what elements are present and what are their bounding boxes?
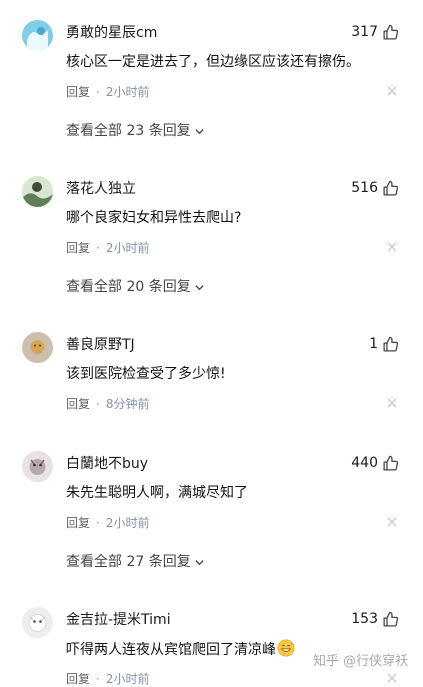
thumb-up-icon (383, 24, 399, 40)
like-count: 153 (351, 611, 378, 627)
view-all-label: 查看全部 20 条回复 (66, 279, 191, 295)
reply-button[interactable]: 回复 (66, 84, 90, 100)
separator-dot: · (96, 397, 100, 411)
reply-button[interactable]: 回复 (66, 396, 90, 412)
view-all-replies-button[interactable]: 查看全部 23 条回复 (66, 122, 205, 140)
thumb-up-icon (383, 611, 399, 627)
comment-meta: 回复 · 2小时前 (66, 240, 149, 256)
grin-sweat-emoji-icon (277, 639, 295, 657)
view-all-label: 查看全部 27 条回复 (66, 554, 191, 570)
comment-text: 朱先生聪明人啊，满城尽知了 (66, 485, 248, 501)
reply-button[interactable]: 回复 (66, 515, 90, 531)
like-button[interactable]: 516 (351, 178, 399, 198)
like-button[interactable]: 1 (369, 334, 399, 354)
avatar[interactable] (22, 607, 53, 638)
timestamp: 2小时前 (105, 672, 150, 686)
separator-dot: · (96, 516, 100, 530)
chevron-down-icon (195, 559, 204, 565)
comment-meta: 回复 · 2小时前 (66, 84, 149, 100)
comment-meta: 回复 · 8分钟前 (66, 396, 149, 412)
timestamp: 2小时前 (105, 241, 150, 255)
close-icon[interactable] (387, 242, 397, 252)
separator-dot: · (96, 85, 100, 99)
watermark: 知乎 @行侠穿袄 (313, 654, 409, 669)
thumb-up-icon (383, 455, 399, 471)
like-count: 317 (351, 24, 378, 40)
chevron-down-icon (195, 128, 204, 134)
like-count: 516 (351, 180, 378, 196)
avatar[interactable] (22, 176, 53, 207)
comment-meta: 回复 · 2小时前 (66, 671, 149, 687)
close-icon[interactable] (387, 398, 397, 408)
comment-text: 吓得两人连夜从宾馆爬回了清凉峰 (66, 639, 295, 660)
comment-text: 核心区一定是进去了，但边缘区应该还有擦伤。 (66, 54, 360, 70)
separator-dot: · (96, 672, 100, 686)
separator-dot: · (96, 241, 100, 255)
comment-text: 该到医院检查受了多少惊! (66, 366, 226, 382)
comment-meta: 回复 · 2小时前 (66, 515, 149, 531)
like-count: 1 (369, 336, 378, 352)
username[interactable]: 勇敢的星辰cm (66, 24, 157, 42)
username[interactable]: 金吉拉-提米Timi (66, 611, 171, 629)
timestamp: 2小时前 (105, 85, 150, 99)
username[interactable]: 善良原野TJ (66, 336, 135, 354)
close-icon[interactable] (387, 86, 397, 96)
like-button[interactable]: 317 (351, 22, 399, 42)
like-count: 440 (351, 455, 378, 471)
view-all-replies-button[interactable]: 查看全部 20 条回复 (66, 278, 205, 296)
timestamp: 2小时前 (105, 516, 150, 530)
thumb-up-icon (383, 336, 399, 352)
avatar[interactable] (22, 20, 53, 51)
chevron-down-icon (195, 284, 204, 290)
reply-button[interactable]: 回复 (66, 671, 90, 687)
avatar[interactable] (22, 451, 53, 482)
close-icon[interactable] (387, 517, 397, 527)
reply-button[interactable]: 回复 (66, 240, 90, 256)
view-all-replies-button[interactable]: 查看全部 27 条回复 (66, 553, 205, 571)
comment-text: 哪个良家妇女和异性去爬山? (66, 210, 242, 226)
username[interactable]: 落花人独立 (66, 180, 136, 198)
avatar[interactable] (22, 332, 53, 363)
like-button[interactable]: 153 (351, 609, 399, 629)
view-all-label: 查看全部 23 条回复 (66, 123, 191, 139)
comment-text-body: 吓得两人连夜从宾馆爬回了清凉峰 (66, 642, 276, 658)
thumb-up-icon (383, 180, 399, 196)
like-button[interactable]: 440 (351, 453, 399, 473)
username[interactable]: 白蘭地不buy (66, 455, 148, 473)
close-icon[interactable] (387, 673, 397, 683)
timestamp: 8分钟前 (105, 397, 150, 411)
